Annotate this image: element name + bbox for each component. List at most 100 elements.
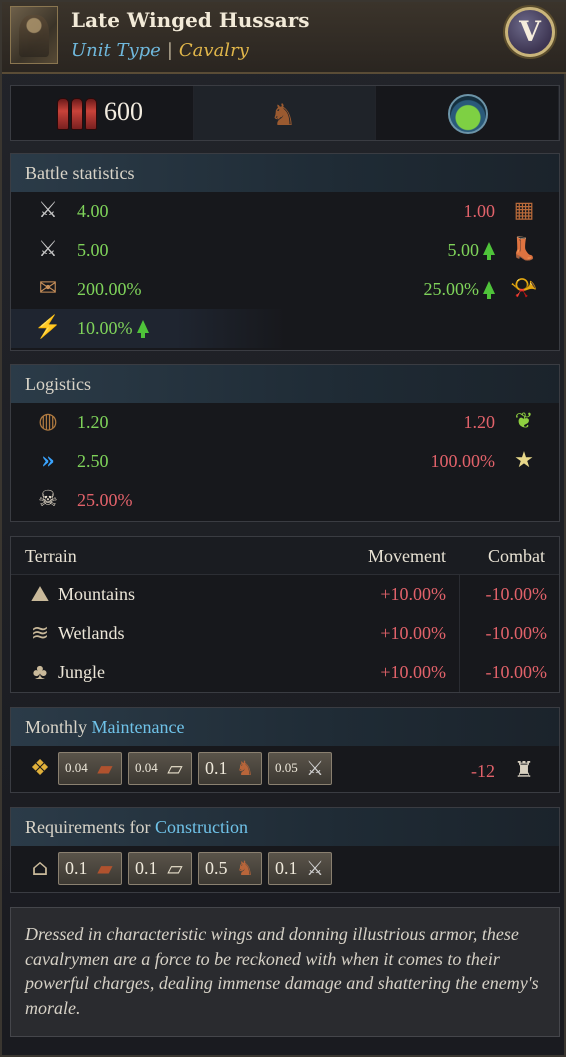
stat-row: ⚔ 5.00 5.00 👢 bbox=[11, 231, 559, 270]
flank-value: 200.00% bbox=[77, 279, 142, 299]
resource-amount: 0.1 bbox=[275, 858, 298, 878]
horse-icon: ♞ bbox=[236, 858, 254, 880]
speed-number: 5.00 bbox=[447, 240, 480, 260]
resource-amount: 0.1 bbox=[135, 858, 158, 878]
terrain-movement: +10.00% bbox=[380, 584, 446, 604]
terrain-name: Mountains bbox=[58, 584, 136, 604]
logistics-row: ☠ 25.00% bbox=[11, 481, 559, 520]
resource-chip[interactable]: 0.05 ⚔ bbox=[268, 752, 332, 785]
maintenance-title-prefix: Monthly bbox=[25, 717, 88, 737]
boot-speed-icon: 👢 bbox=[510, 237, 538, 262]
charge-attack-value: 5.00 bbox=[77, 240, 109, 260]
soldiers-icon bbox=[57, 98, 97, 132]
mountains-icon: ⛰ bbox=[30, 581, 50, 606]
manpower-upkeep: -12 bbox=[471, 761, 495, 781]
upkeep-value: 100.00% bbox=[430, 451, 496, 471]
maintenance-row: ❖ 0.04 ▰ 0.04 ▱ 0.1 ♞ 0.05 ⚔ -12 ♜ bbox=[11, 746, 559, 792]
melee-attack-icon: ⚔ bbox=[38, 198, 58, 223]
construction-row: ⌂ 0.1 ▰ 0.1 ▱ 0.5 ♞ 0.1 ⚔ bbox=[11, 846, 559, 892]
resource-chip[interactable]: 0.1 ♞ bbox=[198, 752, 262, 785]
terrain-row: ⛰ Mountains +10.00% -10.00% bbox=[11, 575, 559, 614]
wetlands-icon: ≋ bbox=[30, 620, 50, 645]
supply-value: 1.20 bbox=[463, 412, 496, 432]
shock-number: 10.00% bbox=[77, 318, 133, 338]
supply-icon: ❦ bbox=[514, 409, 534, 434]
resource-amount: 0.5 bbox=[205, 858, 228, 878]
unit-title: Late Winged Hussars bbox=[71, 8, 310, 32]
unit-type-value: Cavalry bbox=[178, 40, 249, 61]
terrain-column-header: Terrain bbox=[25, 546, 77, 566]
terrain-row: ≋ Wetlands +10.00% -10.00% bbox=[11, 614, 559, 653]
maintenance-title: Monthly Maintenance bbox=[11, 708, 559, 746]
movement-speed-icon: » bbox=[41, 448, 55, 474]
morale-number: 25.00% bbox=[423, 279, 480, 299]
separator: | bbox=[166, 40, 173, 61]
food-sack-icon: ◍ bbox=[38, 409, 58, 434]
unit-class-cell[interactable]: ♞ bbox=[193, 86, 377, 140]
speed-value: 5.00 bbox=[447, 240, 495, 261]
food-value: 1.20 bbox=[77, 412, 109, 432]
resource-chip[interactable]: 0.1 ▱ bbox=[128, 852, 192, 885]
skull-icon: ☠ bbox=[38, 487, 58, 512]
terrain-movement: +10.00% bbox=[380, 662, 446, 682]
star-upkeep-icon: ★ bbox=[514, 448, 534, 473]
tier-badge[interactable]: V bbox=[505, 7, 555, 57]
building-icon: ⌂ bbox=[31, 856, 49, 881]
terrain-header: Terrain Movement Combat bbox=[11, 537, 559, 575]
resource-chip[interactable]: 0.5 ♞ bbox=[198, 852, 262, 885]
charge-attack-icon: ⚔ bbox=[38, 237, 58, 262]
arrow-up-icon bbox=[483, 242, 495, 260]
attrition-value: 25.00% bbox=[77, 490, 133, 510]
terrain-name: Jungle bbox=[58, 662, 105, 682]
arrow-up-icon bbox=[483, 281, 495, 299]
movement-value: 2.50 bbox=[77, 451, 109, 471]
unit-tooltip: Late Winged Hussars Unit Type | Cavalry V … bbox=[0, 0, 566, 1057]
unit-size-cell: 600 bbox=[11, 86, 194, 140]
terrain-panel: Terrain Movement Combat ⛰ Mountains +10.… bbox=[10, 536, 560, 693]
maintenance-panel: Monthly Maintenance ❖ 0.04 ▰ 0.04 ▱ 0.1 … bbox=[10, 707, 560, 793]
weapons-icon: ⚔ bbox=[306, 858, 324, 880]
resource-chip[interactable]: 0.1 ⚔ bbox=[268, 852, 332, 885]
gold-icon: ❖ bbox=[30, 756, 50, 781]
terrain-combat: -10.00% bbox=[485, 584, 548, 604]
battle-statistics-panel: Battle statistics ⚔ 4.00 1.00 ▦ ⚔ 5.00 5… bbox=[10, 153, 560, 351]
horse-icon: ♞ bbox=[236, 758, 254, 780]
construction-title-highlight: Construction bbox=[154, 817, 248, 837]
stat-row: ✉ 200.00% 25.00% 📯 bbox=[11, 270, 559, 309]
resource-amount: 0.04 bbox=[65, 760, 88, 775]
maintenance-title-highlight: Maintenance bbox=[91, 717, 185, 737]
manpower-icon: ♜ bbox=[514, 758, 534, 783]
resource-chip[interactable]: 0.04 ▱ bbox=[128, 752, 192, 785]
movement-column-header: Movement bbox=[368, 546, 446, 566]
leather-icon: ▰ bbox=[97, 858, 113, 880]
unit-portrait bbox=[10, 6, 58, 64]
unit-type-label: Unit Type bbox=[71, 40, 161, 61]
unit-potion-cell[interactable] bbox=[376, 86, 560, 140]
logistics-title: Logistics bbox=[11, 365, 559, 403]
combat-column-header: Combat bbox=[488, 546, 545, 566]
resource-chip[interactable]: 0.1 ▰ bbox=[58, 852, 122, 885]
unit-description: Dressed in characteristic wings and donn… bbox=[10, 907, 560, 1037]
terrain-combat: -10.00% bbox=[485, 662, 548, 682]
stat-row: ⚔ 4.00 1.00 ▦ bbox=[11, 192, 559, 231]
unit-size: 600 bbox=[104, 97, 143, 126]
stat-row: ⚡ 10.00% bbox=[11, 309, 286, 348]
armor-value: 1.00 bbox=[463, 201, 496, 221]
construction-title-prefix: Requirements for bbox=[25, 817, 151, 837]
logistics-panel: Logistics ◍ 1.20 1.20 ❦ » 2.50 100.00% ★… bbox=[10, 364, 560, 522]
potion-flask-icon bbox=[448, 94, 489, 134]
flank-icon: ✉ bbox=[38, 276, 58, 301]
iron-icon: ▱ bbox=[167, 758, 183, 780]
arrow-up-icon bbox=[136, 320, 149, 338]
logistics-row: ◍ 1.20 1.20 ❦ bbox=[11, 403, 559, 442]
unit-summary-strip: 600 ♞ bbox=[10, 85, 560, 141]
jungle-icon: ♣ bbox=[32, 659, 48, 684]
resource-amount: 0.05 bbox=[275, 760, 298, 775]
armor-icon: ▦ bbox=[513, 198, 535, 223]
shock-value: 10.00% bbox=[77, 318, 149, 339]
construction-panel: Requirements for Construction ⌂ 0.1 ▰ 0.… bbox=[10, 807, 560, 893]
leather-icon: ▰ bbox=[97, 758, 113, 780]
terrain-movement: +10.00% bbox=[380, 623, 446, 643]
resource-chip[interactable]: 0.04 ▰ bbox=[58, 752, 122, 785]
resource-amount: 0.04 bbox=[135, 760, 158, 775]
